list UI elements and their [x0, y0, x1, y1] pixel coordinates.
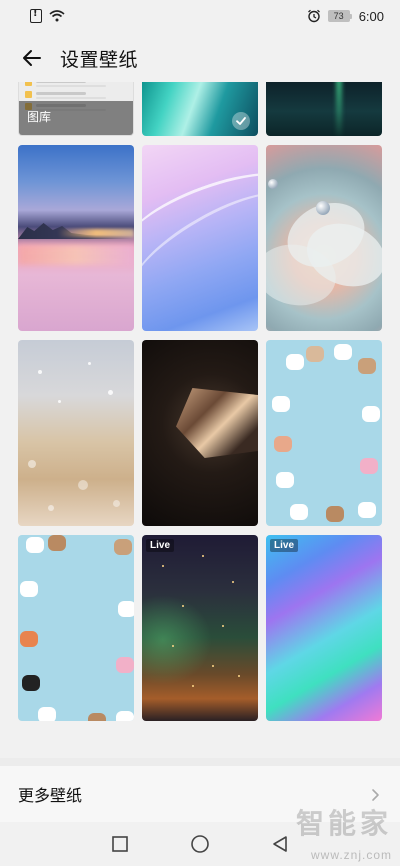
page-title: 设置壁纸 [60, 48, 139, 71]
battery-icon: 73 [327, 10, 352, 22]
watermark-url: www.znj.com [310, 848, 392, 862]
wallpaper-violet-ribbon[interactable] [142, 145, 258, 331]
sim-alert-icon [30, 8, 42, 23]
wallpaper-sunset-city[interactable] [18, 145, 134, 331]
wallpaper-gold-glitter[interactable] [18, 340, 134, 526]
square-recents-icon[interactable] [109, 833, 131, 855]
gallery-label: 图库 [27, 110, 52, 124]
status-time: 6:00 [358, 8, 384, 24]
section-divider [0, 758, 400, 766]
status-bar: 73 6:00 [0, 0, 400, 32]
watermark: 智能家 www.znj.com [282, 802, 392, 862]
circle-home-icon[interactable] [189, 833, 211, 855]
alarm-icon [307, 9, 321, 23]
wallpaper-night-aurora[interactable] [266, 82, 382, 136]
selected-check-icon [232, 112, 250, 130]
wallpaper-cute-animals-2[interactable] [18, 535, 134, 721]
watermark-text: 智能家 [295, 807, 392, 840]
gallery-tile[interactable]: 图库 [18, 82, 134, 136]
battery-level: 73 [327, 10, 350, 22]
wallpaper-water-drop-flower[interactable] [266, 145, 382, 331]
chevron-right-icon [368, 787, 382, 801]
more-wallpapers-label: 更多壁纸 [18, 786, 83, 805]
wallpaper-grid: 图库 Live Live [18, 82, 382, 721]
wallpaper-holographic-gradient[interactable]: Live [266, 535, 382, 721]
wallpaper-starry-aurora[interactable]: Live [142, 535, 258, 721]
app-header: 设置壁纸 [0, 34, 400, 82]
wallpaper-aurora-teal[interactable] [142, 82, 258, 136]
wallpaper-grid-scroll[interactable]: 图库 Live Live [18, 82, 382, 732]
wallpaper-dark-diamond[interactable] [142, 340, 258, 526]
live-badge: Live [146, 539, 175, 552]
wallpaper-settings-screen: 73 6:00 设置壁纸 图库 [0, 0, 400, 866]
wallpaper-cute-animals-1[interactable] [266, 340, 382, 526]
wifi-icon [49, 10, 65, 22]
arrow-left-icon[interactable] [20, 46, 44, 70]
live-badge: Live [270, 539, 299, 552]
